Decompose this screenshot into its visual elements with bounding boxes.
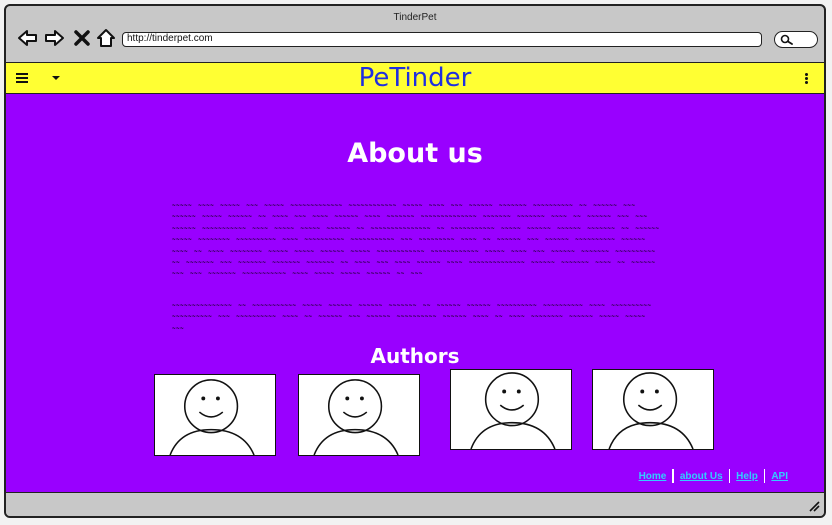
app-header: PeTinder: [6, 62, 824, 94]
about-paragraph-1: ~~~~~ ~~~~ ~~~~~ ~~~ ~~~~~ ~~~~~~~~~~~~~…: [172, 202, 660, 278]
forward-icon[interactable]: [42, 26, 66, 50]
author-avatar-icon: [470, 372, 556, 449]
author-avatar-4: [592, 369, 714, 450]
author-avatar-1: [154, 374, 276, 456]
status-bar: [6, 492, 824, 516]
close-icon[interactable]: [70, 26, 94, 50]
back-icon[interactable]: [16, 26, 40, 50]
search-icon: [780, 34, 793, 45]
app-title: PeTinder: [358, 63, 472, 93]
home-icon[interactable]: [94, 26, 118, 50]
author-avatar-icon: [169, 379, 255, 455]
about-paragraph-2: ~~~~~~~~~~~~~~~ ~~ ~~~~~~~~~~~ ~~~~~ ~~~…: [172, 302, 652, 332]
author-avatar-3: [450, 369, 572, 450]
footer-link-help[interactable]: Help: [730, 471, 764, 482]
search-button[interactable]: [774, 31, 818, 48]
footer-nav: Home about Us Help API: [633, 469, 794, 483]
authors-heading: Authors: [370, 344, 460, 368]
more-options-icon[interactable]: [805, 72, 808, 85]
author-avatar-icon: [608, 372, 694, 449]
resize-handle-icon[interactable]: [808, 500, 820, 512]
footer-link-api[interactable]: API: [765, 471, 794, 482]
author-avatar-2: [298, 374, 420, 456]
browser-window: TinderPet http://tinderpet.com PeTinder …: [4, 4, 826, 518]
page-title: About us: [347, 138, 483, 169]
footer-link-about[interactable]: about Us: [674, 471, 729, 482]
author-avatar-icon: [313, 379, 399, 455]
footer-link-home[interactable]: Home: [633, 471, 673, 482]
url-input[interactable]: http://tinderpet.com: [122, 32, 762, 47]
main-content: About us ~~~~~ ~~~~ ~~~~~ ~~~ ~~~~~ ~~~~…: [6, 94, 824, 494]
window-title: TinderPet: [393, 12, 437, 23]
